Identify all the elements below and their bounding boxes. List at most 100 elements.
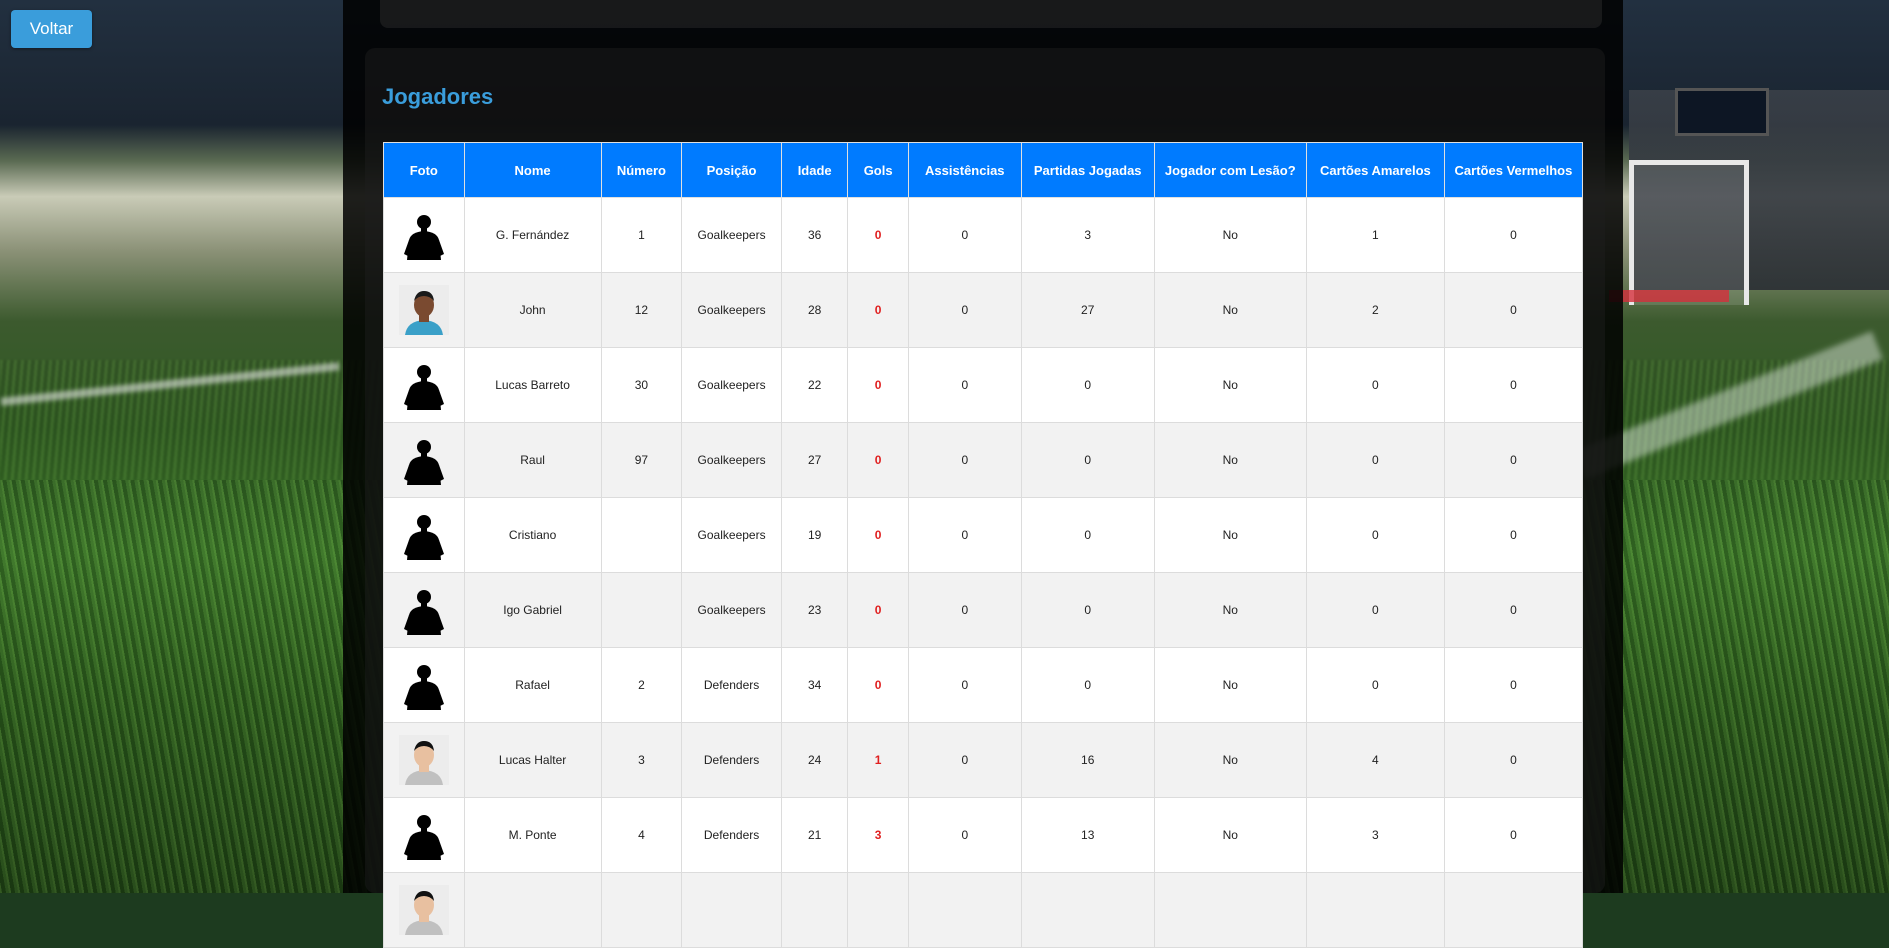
player-goals: 1 xyxy=(847,722,909,798)
player-age: 22 xyxy=(780,347,849,423)
player-number: 2 xyxy=(600,647,683,723)
player-matches: 0 xyxy=(1020,647,1155,723)
player-number: 97 xyxy=(600,422,683,498)
player-red-cards: 0 xyxy=(1443,347,1584,423)
player-photo-cell xyxy=(383,647,465,723)
player-matches xyxy=(1020,872,1155,948)
player-assists: 0 xyxy=(907,497,1022,573)
player-silhouette-icon xyxy=(399,360,449,410)
header-numero: Número xyxy=(600,142,683,198)
player-age: 23 xyxy=(780,572,849,648)
header-nome: Nome xyxy=(463,142,602,198)
player-age xyxy=(780,872,849,948)
player-goals: 0 xyxy=(847,422,909,498)
player-assists: 0 xyxy=(907,272,1022,348)
goal-post xyxy=(1629,160,1749,305)
player-goals: 0 xyxy=(847,572,909,648)
player-silhouette-icon xyxy=(399,510,449,560)
player-assists: 0 xyxy=(907,347,1022,423)
player-red-cards: 0 xyxy=(1443,422,1584,498)
player-number xyxy=(600,497,683,573)
player-photo-cell xyxy=(383,797,465,873)
player-assists: 0 xyxy=(907,422,1022,498)
table-row: Cristiano Goalkeepers 19 0 0 0 No 0 0 xyxy=(383,497,1584,573)
table-row: Lucas Halter 3 Defenders 24 1 0 16 No 4 … xyxy=(383,722,1584,798)
player-silhouette-icon xyxy=(399,435,449,485)
player-yellow-cards xyxy=(1305,872,1445,948)
player-position: Goalkeepers xyxy=(681,497,782,573)
player-matches: 0 xyxy=(1020,572,1155,648)
player-name: Rafael xyxy=(463,647,602,723)
player-silhouette-icon xyxy=(399,810,449,860)
player-injured: No xyxy=(1153,422,1307,498)
player-photo-cell xyxy=(383,572,465,648)
back-button[interactable]: Voltar xyxy=(11,10,92,48)
header-foto: Foto xyxy=(383,142,465,198)
player-assists: 0 xyxy=(907,647,1022,723)
player-number: 1 xyxy=(600,197,683,273)
player-position: Goalkeepers xyxy=(681,272,782,348)
player-yellow-cards: 0 xyxy=(1305,497,1445,573)
player-yellow-cards: 2 xyxy=(1305,272,1445,348)
table-row: M. Ponte 4 Defenders 21 3 0 13 No 3 0 xyxy=(383,797,1584,873)
player-injured: No xyxy=(1153,197,1307,273)
player-injured: No xyxy=(1153,347,1307,423)
player-silhouette-icon xyxy=(399,210,449,260)
player-age: 19 xyxy=(780,497,849,573)
player-photo xyxy=(398,285,449,335)
player-name: Igo Gabriel xyxy=(463,572,602,648)
players-table: Foto Nome Número Posição Idade Gols Assi… xyxy=(383,142,1584,948)
player-injured: No xyxy=(1153,272,1307,348)
player-assists xyxy=(907,872,1022,948)
player-position: Defenders xyxy=(681,722,782,798)
player-matches: 0 xyxy=(1020,347,1155,423)
player-name: John xyxy=(463,272,602,348)
player-injured: No xyxy=(1153,647,1307,723)
player-photo-cell xyxy=(383,497,465,573)
player-silhouette-icon xyxy=(399,660,449,710)
player-silhouette-icon xyxy=(399,585,449,635)
player-photo xyxy=(398,735,449,785)
page-title: Jogadores xyxy=(382,84,494,109)
player-position: Defenders xyxy=(681,647,782,723)
header-posicao: Posição xyxy=(681,142,782,198)
player-name: G. Fernández xyxy=(463,197,602,273)
table-row: Igo Gabriel Goalkeepers 23 0 0 0 No 0 0 xyxy=(383,572,1584,648)
top-card xyxy=(380,0,1602,28)
player-name xyxy=(463,872,602,948)
player-photo-cell xyxy=(383,272,465,348)
player-position: Goalkeepers xyxy=(681,347,782,423)
player-goals: 0 xyxy=(847,272,909,348)
player-matches: 13 xyxy=(1020,797,1155,873)
player-goals: 0 xyxy=(847,347,909,423)
player-age: 36 xyxy=(780,197,849,273)
player-yellow-cards: 0 xyxy=(1305,347,1445,423)
player-photo-cell xyxy=(383,347,465,423)
header-vermelhos: Cartões Vermelhos xyxy=(1443,142,1584,198)
player-goals: 0 xyxy=(847,497,909,573)
player-number: 4 xyxy=(600,797,683,873)
player-age: 28 xyxy=(780,272,849,348)
player-name: Cristiano xyxy=(463,497,602,573)
player-age: 24 xyxy=(780,722,849,798)
player-injured: No xyxy=(1153,497,1307,573)
table-row: John 12 Goalkeepers 28 0 0 27 No 2 0 xyxy=(383,272,1584,348)
player-number: 12 xyxy=(600,272,683,348)
scoreboard xyxy=(1675,88,1769,136)
player-position: Goalkeepers xyxy=(681,422,782,498)
player-number: 3 xyxy=(600,722,683,798)
table-row: G. Fernández 1 Goalkeepers 36 0 0 3 No 1… xyxy=(383,197,1584,273)
table-row: Lucas Barreto 30 Goalkeepers 22 0 0 0 No… xyxy=(383,347,1584,423)
player-red-cards xyxy=(1443,872,1584,948)
player-matches: 0 xyxy=(1020,422,1155,498)
player-assists: 0 xyxy=(907,797,1022,873)
player-yellow-cards: 0 xyxy=(1305,422,1445,498)
player-red-cards: 0 xyxy=(1443,647,1584,723)
player-red-cards: 0 xyxy=(1443,272,1584,348)
player-yellow-cards: 4 xyxy=(1305,722,1445,798)
player-photo-cell xyxy=(383,722,465,798)
player-position: Goalkeepers xyxy=(681,572,782,648)
player-injured: No xyxy=(1153,722,1307,798)
player-photo-cell xyxy=(383,197,465,273)
player-age: 27 xyxy=(780,422,849,498)
